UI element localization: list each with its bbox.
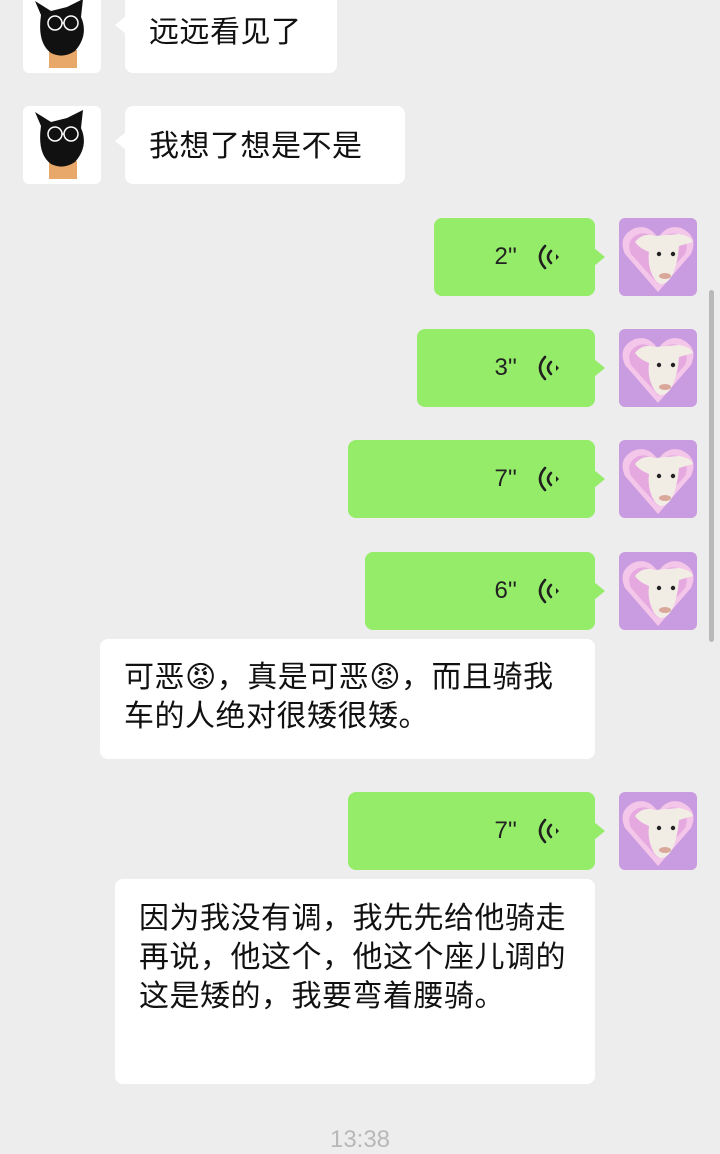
voice-message-bubble[interactable]: 7'' bbox=[348, 440, 605, 518]
voice-message-bubble[interactable]: 7'' bbox=[348, 792, 605, 870]
my-avatar[interactable] bbox=[619, 552, 697, 630]
scrollbar[interactable] bbox=[709, 290, 714, 642]
timestamp: 13:38 bbox=[329, 1126, 391, 1153]
voice-transcript-bubble[interactable]: 可恶😡，真是可恶😡，而且骑我车的人绝对很矮很矮。 bbox=[100, 639, 595, 759]
my-avatar[interactable] bbox=[619, 440, 697, 518]
black-cat-avatar bbox=[23, 0, 101, 73]
voice-duration: 7'' bbox=[494, 465, 517, 492]
voice-message-bubble[interactable]: 6'' bbox=[365, 552, 605, 630]
message-text: 远远看见了 bbox=[149, 15, 302, 50]
transcript-text: 可恶😡，真是可恶😡，而且骑我车的人绝对很矮很矮。 bbox=[124, 660, 554, 734]
voice-wave-icon bbox=[538, 466, 559, 492]
voice-duration: 2'' bbox=[494, 243, 517, 270]
voice-wave-icon bbox=[538, 355, 559, 381]
transcript-text: 因为我没有调，我先先给他骑走再说，他这个，他这个座儿调的这是矮的，我要弯着腰骑。 bbox=[139, 901, 566, 1014]
message-bubble[interactable]: 我想了想是不是 bbox=[115, 106, 405, 184]
voice-wave-icon bbox=[538, 244, 559, 270]
message-bubble[interactable]: 远远看见了 bbox=[115, 0, 337, 73]
my-avatar[interactable] bbox=[619, 329, 697, 407]
voice-duration: 6'' bbox=[494, 577, 517, 604]
contact-avatar[interactable] bbox=[23, 106, 101, 184]
my-avatar[interactable] bbox=[619, 792, 697, 870]
voice-duration: 7'' bbox=[494, 817, 517, 844]
lamb-avatar bbox=[619, 440, 697, 518]
lamb-avatar bbox=[619, 329, 697, 407]
voice-duration: 3'' bbox=[494, 354, 517, 381]
lamb-avatar bbox=[619, 552, 697, 630]
black-cat-avatar bbox=[23, 106, 101, 184]
lamb-avatar bbox=[619, 218, 697, 296]
lamb-avatar bbox=[619, 792, 697, 870]
voice-message-bubble[interactable]: 2'' bbox=[434, 218, 605, 296]
voice-transcript-bubble[interactable]: 因为我没有调，我先先给他骑走再说，他这个，他这个座儿调的这是矮的，我要弯着腰骑。 bbox=[115, 879, 595, 1084]
voice-wave-icon bbox=[538, 578, 559, 604]
voice-message-bubble[interactable]: 3'' bbox=[417, 329, 605, 407]
contact-avatar[interactable] bbox=[23, 0, 101, 73]
message-text: 我想了想是不是 bbox=[149, 129, 363, 164]
my-avatar[interactable] bbox=[619, 218, 697, 296]
voice-wave-icon bbox=[538, 818, 559, 844]
